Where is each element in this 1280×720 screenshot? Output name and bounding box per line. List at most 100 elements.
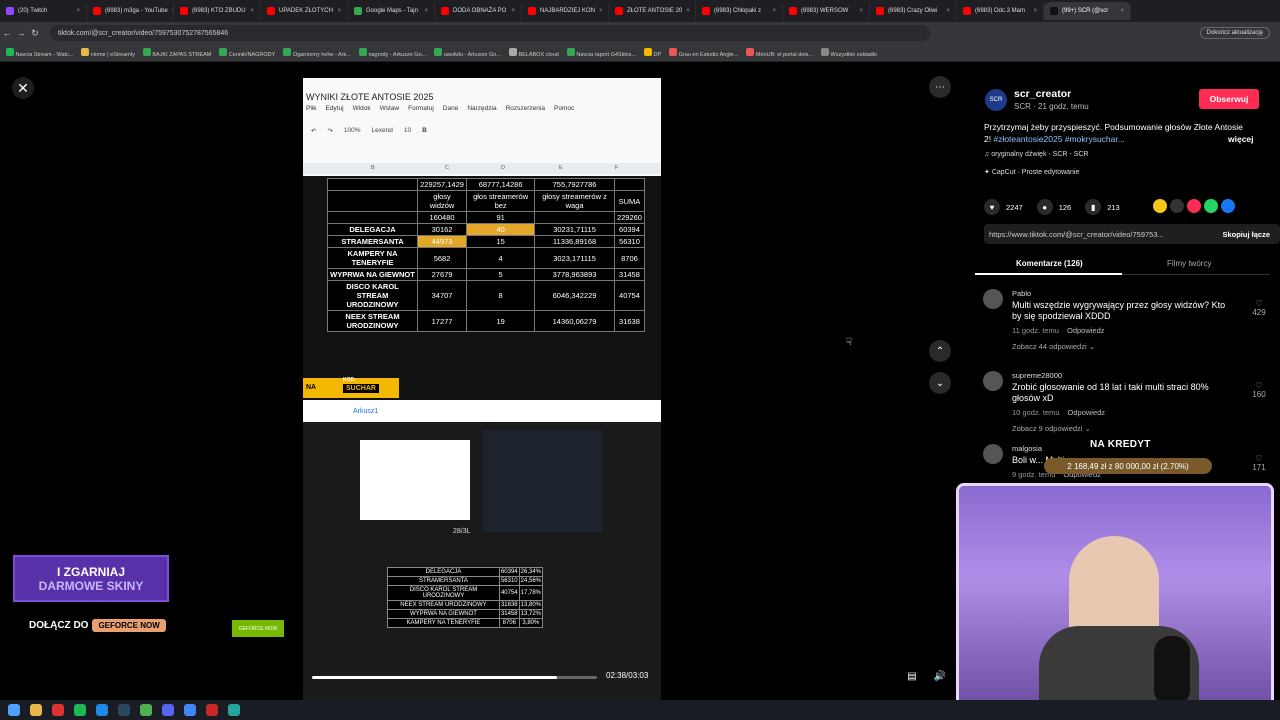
- copy-link-button[interactable]: Skopiuj łącze: [1222, 230, 1270, 239]
- more-options-icon[interactable]: ⋯: [929, 76, 951, 98]
- tab-close-icon[interactable]: ×: [337, 8, 341, 14]
- video-player[interactable]: WYNIKI ZŁOTE ANTOSIE 2025 Plik Edytuj Wido…: [303, 78, 661, 700]
- view-replies-link[interactable]: Zobacz 44 odpowiedzi ⌄: [1012, 342, 1095, 351]
- bookmark-icon: [6, 47, 14, 56]
- browser-tab[interactable]: (6983) Crazy Oliwi ×: [870, 2, 957, 20]
- view-replies-link[interactable]: Zobacz 9 odpowiedzi ⌄: [1012, 424, 1091, 433]
- next-video-icon[interactable]: ⌄: [929, 372, 951, 394]
- chrome-icon[interactable]: [140, 704, 152, 716]
- volume-icon[interactable]: 🔊: [929, 665, 951, 687]
- share-icon[interactable]: [1238, 199, 1252, 213]
- comment-avatar[interactable]: [983, 371, 1003, 391]
- previous-video-icon[interactable]: ⌃: [929, 340, 951, 362]
- folder-icon[interactable]: [30, 704, 42, 716]
- follow-button[interactable]: Obserwuj: [1199, 89, 1259, 109]
- tab-close-icon[interactable]: ×: [76, 8, 80, 14]
- tab-close-icon[interactable]: ×: [599, 8, 603, 14]
- browser-tab[interactable]: ZŁOTE ANTOSIE 20 ×: [609, 2, 696, 20]
- tab-favicon-icon: [702, 7, 710, 15]
- bookmark-item[interactable]: DP: [643, 47, 661, 58]
- tab-close-icon[interactable]: ×: [250, 8, 254, 14]
- telegram-icon[interactable]: [96, 704, 108, 716]
- browser-tab[interactable]: Google Maps - Tajn ×: [348, 2, 435, 20]
- tab-close-icon[interactable]: ×: [772, 8, 776, 14]
- bookmark-item[interactable]: Cennik/NAGRODY: [219, 47, 275, 58]
- share-icon[interactable]: [1170, 199, 1184, 213]
- comment-like[interactable]: ♡ 171: [1251, 454, 1267, 472]
- tab-close-icon[interactable]: ×: [859, 8, 863, 14]
- table-row: WYPRWA NA GIEWNOT 27679 5 3778,963893 31458: [327, 268, 646, 281]
- bookmark-icon[interactable]: ▮: [1085, 199, 1102, 215]
- comment-avatar[interactable]: [983, 444, 1003, 464]
- comment-username[interactable]: supreme28000: [1012, 371, 1062, 380]
- comment-username[interactable]: Pablo: [1012, 289, 1031, 298]
- update-button[interactable]: Dokończ aktualizację: [1199, 27, 1270, 39]
- opera-icon[interactable]: [52, 704, 64, 716]
- tab-close-icon[interactable]: ×: [946, 8, 950, 14]
- spotify-icon[interactable]: [74, 704, 86, 716]
- share-icon[interactable]: [1204, 199, 1218, 213]
- discord-icon[interactable]: [162, 704, 174, 716]
- creator-username[interactable]: scr_creator: [1014, 88, 1071, 100]
- bookmark-item[interactable]: nagrody - Arkusze Go...: [358, 47, 426, 58]
- sheet2-tab: Arkusz1: [303, 400, 661, 422]
- browser-tab[interactable]: (6983) Chłopaki z ×: [696, 2, 783, 20]
- comment-avatar[interactable]: [983, 289, 1003, 309]
- reply-link[interactable]: Odpowiedz: [1068, 408, 1106, 417]
- bookmark-item[interactable]: Navcia raport G4Skins...: [566, 47, 636, 58]
- browser-tab[interactable]: (6983) WERSOW ×: [783, 2, 870, 20]
- bookmark-item[interactable]: BAJKI ZAPAS STREAM: [142, 47, 211, 58]
- bookmark-item[interactable]: BELABOX cloud: [508, 47, 559, 58]
- tab-close-icon[interactable]: ×: [424, 8, 428, 14]
- browser-tab[interactable]: DODA OBNAŻA PO ×: [435, 2, 522, 20]
- terminal-icon[interactable]: [228, 704, 240, 716]
- tab-creator-videos[interactable]: Filmy twórcy: [1167, 259, 1211, 268]
- miniplayer-icon[interactable]: ▤: [901, 665, 923, 687]
- url-field[interactable]: tiktok.com/@scr_creator/video/7597530752…: [50, 25, 930, 41]
- comment-like[interactable]: ♡ 429: [1251, 299, 1267, 317]
- browser-tab[interactable]: (6983) Odc.3 Mam ×: [957, 2, 1044, 20]
- steam-icon[interactable]: [118, 704, 130, 716]
- bookmark-item[interactable]: Wszystkie zakładki: [820, 47, 877, 58]
- bookmark-item[interactable]: uwufufu - Arkusze Go...: [434, 47, 501, 58]
- video-link-box[interactable]: https://www.tiktok.com/@scr_creator/vide…: [984, 224, 1280, 244]
- creator-avatar[interactable]: SCR: [985, 89, 1007, 111]
- tab-close-icon[interactable]: ×: [1120, 8, 1124, 14]
- browser-tab[interactable]: NAJBARDZIEJ KON ×: [522, 2, 609, 20]
- tab-close-icon[interactable]: ×: [686, 8, 690, 14]
- chrome-profile-icon[interactable]: [184, 704, 196, 716]
- bookmark-item[interactable]: Navcia Stream - Watc...: [6, 47, 73, 58]
- bookmark-item[interactable]: Home | eStreamly: [81, 47, 135, 58]
- browser-tab[interactable]: (99+) SCR (@scr ×: [1044, 2, 1131, 20]
- browser-tab[interactable]: (6983) m3ga - YouTube×: [87, 2, 174, 20]
- bookmark-item[interactable]: Grau en Estudio Angle...: [669, 47, 738, 58]
- video-progress-bar[interactable]: [312, 676, 597, 679]
- capcut-row[interactable]: ✦ CapCut · Proste edytowanie: [984, 168, 1079, 176]
- desc-tags[interactable]: #złoteantosie2025 #mokrysuchar...: [993, 134, 1124, 144]
- start-icon[interactable]: [8, 704, 20, 716]
- back-icon[interactable]: ←: [0, 28, 14, 38]
- obs-icon[interactable]: [206, 704, 218, 716]
- browser-tab[interactable]: (20) Twitch ×: [0, 2, 87, 20]
- share-icon[interactable]: [1221, 199, 1235, 213]
- forward-icon[interactable]: →: [14, 28, 28, 38]
- tab-close-icon[interactable]: ×: [511, 8, 515, 14]
- sound-row[interactable]: ♫ oryginalny dźwięk - SCR - SCR: [984, 151, 1088, 158]
- tab-close-icon[interactable]: ×: [1033, 8, 1037, 14]
- comment-icon[interactable]: ●: [1036, 199, 1053, 215]
- bookmark-item[interactable]: MónUB: el portal dels...: [746, 47, 813, 58]
- like-icon[interactable]: ♥: [984, 199, 1000, 215]
- browser-tab[interactable]: UPADEK ZŁOTYCH ×: [261, 2, 348, 20]
- browser-tab[interactable]: (6983) KTO ZBUDU ×: [174, 2, 261, 20]
- tab-comments[interactable]: Komentarze (126): [1016, 259, 1083, 268]
- share-icon[interactable]: [1187, 199, 1201, 213]
- comment-username[interactable]: malgosia: [1012, 444, 1042, 453]
- comment-like[interactable]: ♡ 160: [1251, 381, 1267, 399]
- share-icon[interactable]: [1153, 199, 1167, 213]
- tab-label: UPADEK ZŁOTYCH: [279, 8, 333, 14]
- close-video-button[interactable]: ✕: [12, 77, 34, 99]
- more-link[interactable]: więcej: [1228, 134, 1254, 144]
- bookmark-item[interactable]: Ogarniemy hehe - Ark...: [283, 47, 351, 58]
- reply-link[interactable]: Odpowiedz: [1067, 326, 1105, 335]
- reload-icon[interactable]: ↻: [28, 28, 42, 39]
